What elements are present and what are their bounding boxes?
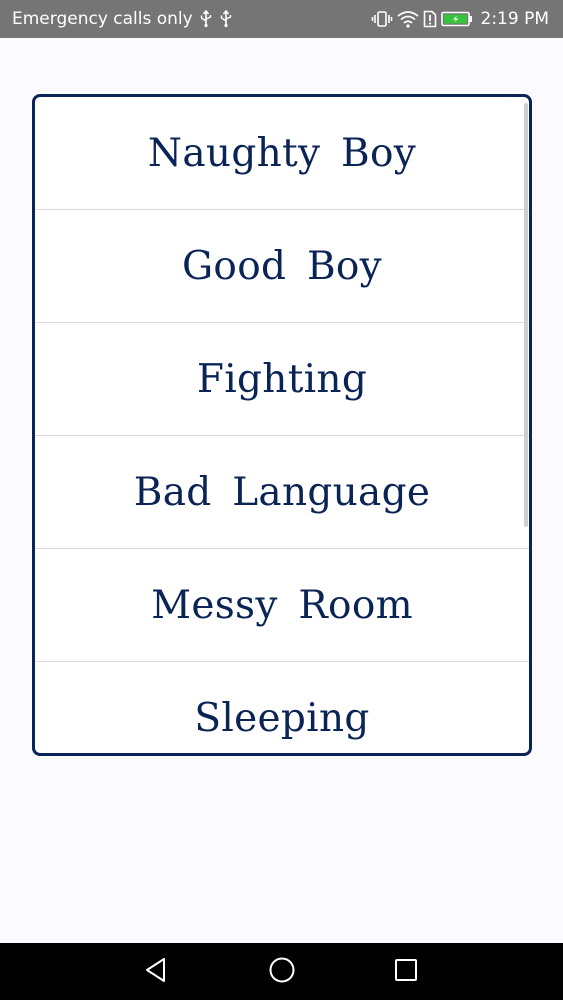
list-item-label: Bad Language [133, 469, 431, 515]
list-item-label: Messy Room [151, 582, 413, 628]
status-left: Emergency calls only [12, 0, 233, 38]
clock: 2:19 PM [480, 9, 550, 29]
usb-icon [219, 10, 233, 28]
list-item-sleeping[interactable]: Sleeping [35, 662, 529, 753]
list-item-good-boy[interactable]: Good Boy [35, 210, 529, 323]
back-button[interactable] [126, 943, 186, 1000]
vibrate-icon [371, 10, 393, 28]
behavior-list: Naughty Boy Good Boy Fighting Bad Langua… [32, 94, 532, 756]
usb-icon [199, 10, 213, 28]
home-button[interactable] [252, 943, 312, 1000]
list-item-label: Naughty Boy [147, 130, 417, 176]
recents-button[interactable] [376, 943, 436, 1000]
status-bar: Emergency calls only 2:19 PM [0, 0, 563, 38]
list-item-messy-room[interactable]: Messy Room [35, 549, 529, 662]
status-right: 2:19 PM [371, 0, 550, 38]
recents-icon [393, 957, 419, 987]
list-item-label: Fighting [196, 356, 368, 402]
list-item-bad-language[interactable]: Bad Language [35, 436, 529, 549]
home-icon [268, 956, 296, 988]
list-item-label: Good Boy [181, 243, 383, 289]
list-item-fighting[interactable]: Fighting [35, 323, 529, 436]
list-item-label: Sleeping [194, 695, 370, 741]
scrollbar-thumb[interactable] [524, 103, 528, 527]
carrier-text: Emergency calls only [12, 9, 193, 29]
back-icon [143, 957, 169, 987]
list-item-naughty-boy[interactable]: Naughty Boy [35, 97, 529, 210]
wifi-icon [396, 10, 419, 28]
navigation-bar [0, 943, 563, 1000]
battery-charging-icon [440, 10, 473, 28]
sim-alert-icon [423, 10, 437, 28]
